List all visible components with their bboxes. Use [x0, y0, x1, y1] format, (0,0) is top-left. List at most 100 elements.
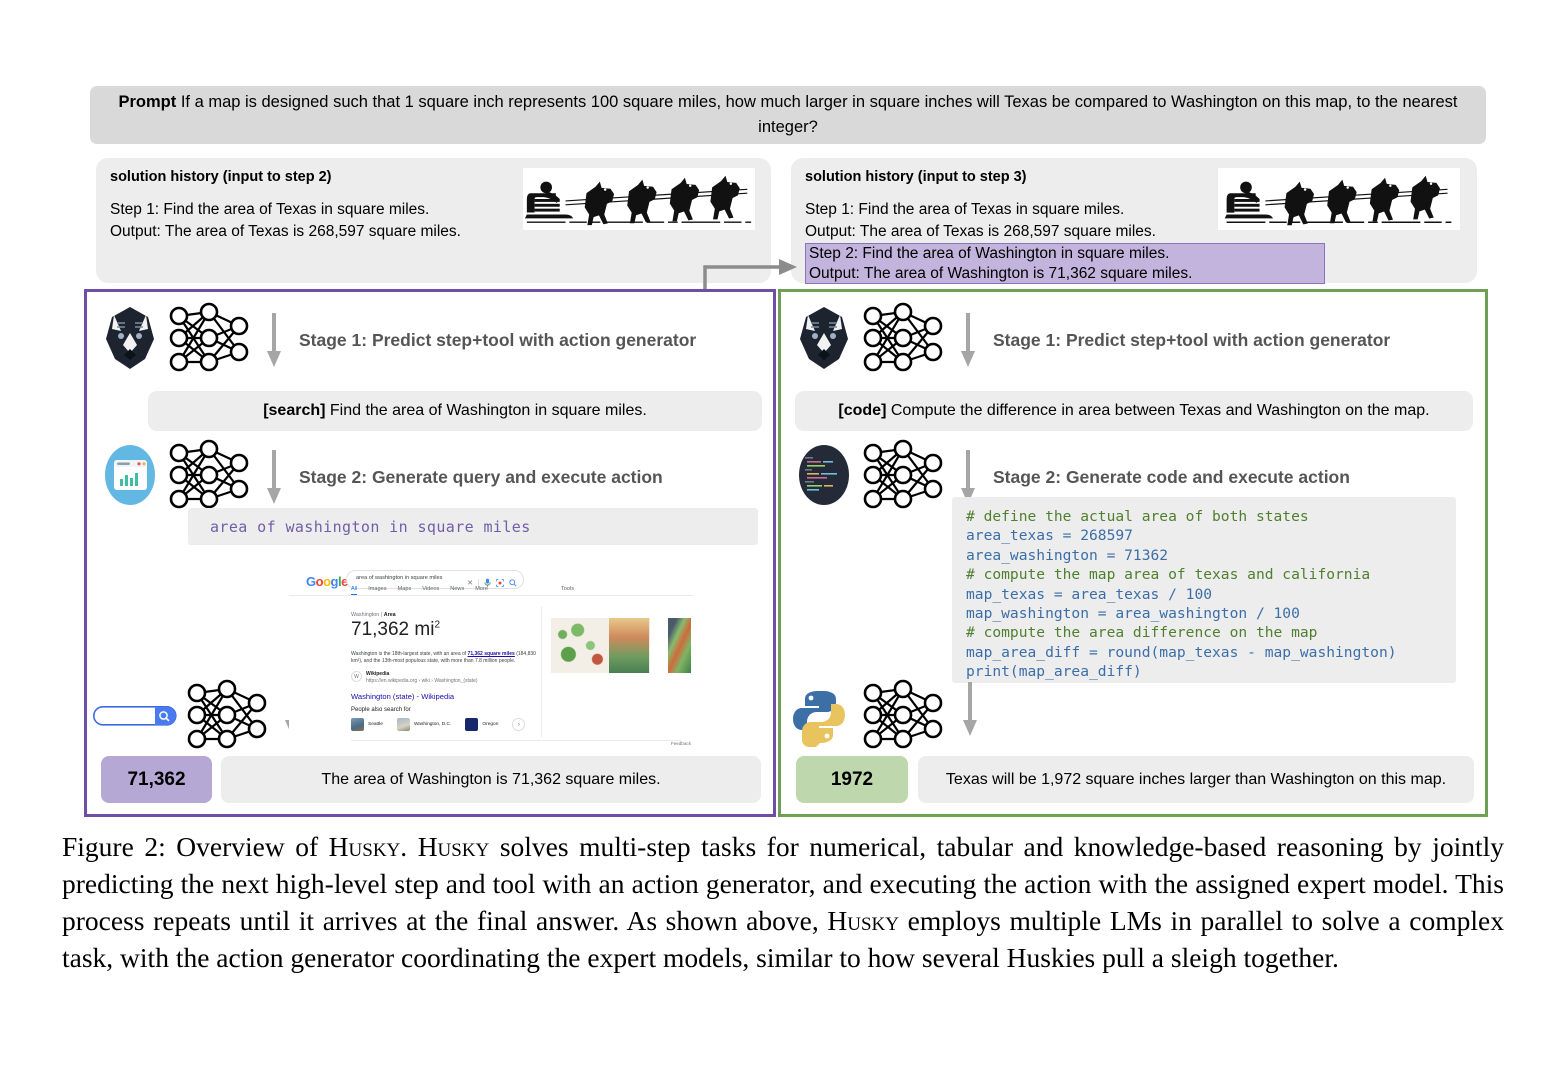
knowledge-panel-map-images: [551, 618, 691, 673]
solution-history-step3-lines: Step 1: Find the area of Texas in square…: [805, 199, 1156, 243]
solution-history-step3-title: solution history (input to step 3): [805, 169, 1027, 185]
prompt-text: Prompt If a map is designed such that 1 …: [90, 90, 1486, 140]
solution-history-step2-title: solution history (input to step 2): [110, 169, 332, 185]
neural-network-icon: [183, 677, 271, 758]
caption-part: Figure 2: Overview of: [62, 831, 329, 862]
source-text: Wikipediahttps://en.wikipedia.org › wiki…: [366, 671, 478, 685]
google-search-query: area of washington in square miles: [356, 575, 442, 581]
search-query-bar: area of washington in square miles: [188, 508, 758, 545]
python-logo-icon: [789, 687, 847, 745]
prompt-body: If a map is designed such that 1 square …: [181, 93, 1458, 136]
right-tool-tag: [code]: [838, 402, 886, 419]
left-stage2-title: Stage 2: Generate query and execute acti…: [299, 467, 663, 488]
history-line: Output: The area of Texas is 268,597 squ…: [110, 221, 461, 243]
pas-chip-label: Oregon: [482, 722, 498, 728]
caption-part: Husky: [827, 905, 899, 936]
right-stage1-output: [code] Compute the difference in area be…: [838, 402, 1429, 420]
kp-number: 71,362 mi: [351, 619, 434, 640]
code-lines: # define the actual area of both states …: [966, 507, 1442, 682]
right-step-text: Compute the difference in area between T…: [891, 402, 1430, 419]
people-also-search-chips: Seattle Washington, D.C. Oregon ›: [351, 718, 525, 731]
knowledge-panel-breadcrumb: Washington | Area: [351, 612, 396, 618]
code-line: map_washington = area_washington / 100: [966, 605, 1300, 622]
feedback-link[interactable]: Feedback: [671, 741, 691, 746]
code-line: map_area_diff = round(map_texas - map_wa…: [966, 644, 1397, 661]
knowledge-panel-value: 71,362 mi2: [351, 619, 440, 641]
code-line: # compute the area difference on the map: [966, 624, 1317, 641]
pas-chip[interactable]: Washington, D.C.: [397, 718, 451, 731]
prompt-label: Prompt: [118, 93, 176, 111]
pas-chip[interactable]: Oregon: [465, 718, 498, 731]
neural-network-icon: [165, 437, 253, 518]
thumbnail-icon: [465, 718, 478, 731]
code-line: area_texas = 268597: [966, 527, 1133, 544]
code-line: print(map_area_diff): [966, 663, 1142, 680]
caption-part: Husky: [329, 831, 401, 862]
google-tools-button[interactable]: Tools: [561, 586, 574, 592]
figure-caption: Figure 2: Overview of Husky. Husky solve…: [62, 828, 1504, 976]
right-stage1-title: Stage 1: Predict step+tool with action g…: [993, 330, 1390, 351]
husky-sled-icon: [1218, 168, 1460, 230]
flow-arrow-down-icon: [265, 450, 283, 506]
pas-chip-label: Washington, D.C.: [414, 722, 451, 728]
google-logo: Google: [306, 574, 348, 589]
husky-sled-icon: [523, 168, 755, 230]
right-stage2-title: Stage 2: Generate code and execute actio…: [993, 467, 1350, 488]
left-answer-text: The area of Washington is 71,362 square …: [221, 756, 761, 803]
divider: [541, 607, 542, 737]
highlighted-line: Output: The area of Washington is 71,362…: [806, 264, 1324, 284]
flow-arrow-down-icon: [265, 313, 283, 369]
left-answer-badge: 71,362: [101, 756, 212, 803]
left-stage2-row: Stage 2: Generate query and execute acti…: [101, 437, 663, 518]
neural-network-icon: [165, 300, 253, 381]
neural-network-icon: [859, 677, 947, 758]
history-line: Step 1: Find the area of Texas in square…: [110, 199, 461, 221]
divider: [351, 740, 681, 741]
right-answer-badge: 1972: [796, 756, 908, 803]
flow-arrow-down-icon: [959, 313, 977, 369]
kp-exponent: 2: [434, 620, 440, 631]
highlighted-step2-block: Step 2: Find the area of Washington in s…: [805, 243, 1325, 284]
divider: [289, 595, 693, 596]
kp-state: Washington: [351, 612, 379, 618]
kp-desc-link[interactable]: 71,362 square miles: [468, 651, 515, 657]
left-stage1-output: [search] Find the area of Washington in …: [263, 402, 647, 420]
pas-chip[interactable]: Seattle: [351, 718, 383, 731]
search-query-text: area of washington in square miles: [188, 518, 531, 536]
left-step-text: Find the area of Washington in square mi…: [330, 402, 647, 419]
solution-history-step2-lines: Step 1: Find the area of Texas in square…: [110, 199, 461, 243]
left-stage1-row: Stage 1: Predict step+tool with action g…: [101, 300, 696, 381]
husky-head-icon: [795, 305, 853, 376]
prompt-banner: Prompt If a map is designed such that 1 …: [90, 86, 1486, 144]
history-line: Step 1: Find the area of Texas in square…: [805, 199, 1156, 221]
search-engine-icon: [101, 443, 159, 512]
next-chips-button[interactable]: ›: [512, 718, 525, 731]
kp-desc-pre: Washington is the 18th-largest state, wi…: [351, 651, 468, 657]
map-thumbnail-icon: [668, 618, 691, 673]
left-stage1-output-bar: [search] Find the area of Washington in …: [148, 391, 762, 431]
wikipedia-icon: W: [351, 671, 362, 682]
left-tool-tag: [search]: [263, 402, 325, 419]
thumbnail-icon: [397, 718, 410, 731]
history-line: Output: The area of Texas is 268,597 squ…: [805, 221, 1156, 243]
flow-arrow-down-icon: [961, 682, 979, 738]
search-submit-icon[interactable]: [509, 574, 517, 592]
neural-network-icon: [859, 437, 947, 518]
map-thumbnail-icon: [609, 618, 649, 673]
right-step-panel: Stage 1: Predict step+tool with action g…: [778, 289, 1488, 817]
right-stage1-output-bar: [code] Compute the difference in area be…: [795, 391, 1473, 431]
map-legend-icon: [649, 618, 668, 673]
left-stage1-title: Stage 1: Predict step+tool with action g…: [299, 330, 696, 351]
knowledge-panel-description: Washington is the 18th-largest state, wi…: [351, 651, 536, 666]
google-search-result-screenshot: Google area of washington in square mile…: [289, 563, 693, 751]
kp-attribute: Area: [384, 612, 396, 618]
code-line: area_washington = 71362: [966, 547, 1168, 564]
knowledge-panel-source: W Wikipediahttps://en.wikipedia.org › wi…: [351, 671, 478, 685]
pas-chip-label: Seattle: [368, 722, 383, 728]
right-stage1-row: Stage 1: Predict step+tool with action g…: [795, 300, 1390, 381]
source-name: Wikipedia: [366, 671, 389, 677]
right-answer-text: Texas will be 1,972 square inches larger…: [918, 756, 1474, 803]
google-lens-icon[interactable]: [496, 574, 504, 592]
result-title-link[interactable]: Washington (state) - Wikipedia: [351, 692, 454, 701]
highlighted-line: Step 2: Find the area of Washington in s…: [806, 244, 1324, 264]
